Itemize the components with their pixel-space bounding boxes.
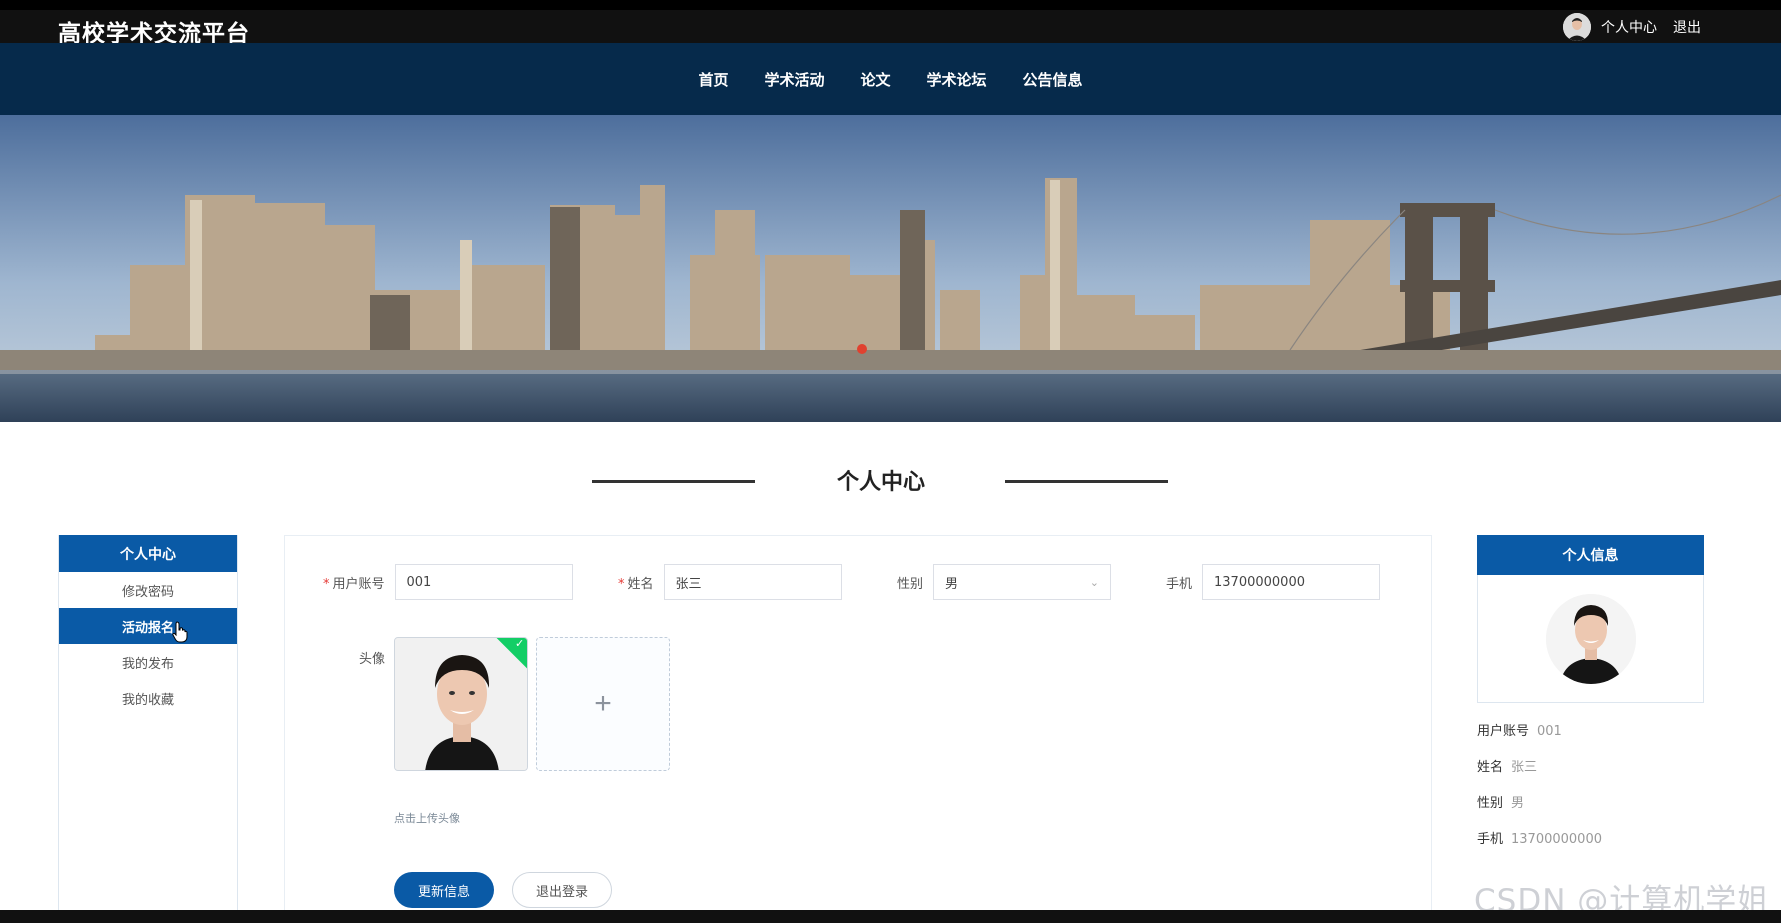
- phone-input[interactable]: 13700000000: [1202, 564, 1381, 600]
- name-label: * 姓名: [618, 576, 654, 592]
- profile-avatar: [1545, 593, 1636, 684]
- info-row-name: 姓名 张三: [1477, 760, 1538, 775]
- avatar-preview[interactable]: ✓: [394, 637, 528, 771]
- info-row-gender: 性别男: [1477, 796, 1525, 811]
- sidebar-item-change-password[interactable]: 修改密码: [59, 572, 237, 608]
- account-label: * 用户账号: [323, 576, 385, 592]
- city-banner-image: [0, 115, 1781, 422]
- profile-form: * 用户账号 001 * 姓名 张三 性别 男 ⌄ 手机 13700000000 头…: [284, 535, 1432, 915]
- nav-item-papers[interactable]: 论文: [842, 69, 908, 90]
- upload-add-button[interactable]: +: [536, 637, 670, 771]
- profile-card: 个人信息 用户账号 001 姓名 张三 性别男 手机 13700000000: [1477, 535, 1704, 847]
- bottom-strip: [0, 910, 1781, 923]
- section-heading: 个人中心: [0, 458, 1781, 498]
- avatar-photo-image: [395, 638, 527, 770]
- sidebar-head[interactable]: 个人中心: [59, 535, 237, 572]
- nav-item-announcements[interactable]: 公告信息: [1005, 69, 1101, 90]
- main-nav: 首页 学术活动 论文 学术论坛 公告信息: [0, 43, 1781, 115]
- check-icon: ✓: [515, 637, 525, 650]
- top-user-area: 个人中心 退出: [1563, 13, 1701, 41]
- title-divider-right: [1005, 480, 1168, 483]
- update-info-button[interactable]: 更新信息: [394, 872, 494, 908]
- info-row-phone: 手机 13700000000: [1477, 832, 1602, 847]
- form-fields-row: * 用户账号 001 * 姓名 张三 性别 男 ⌄ 手机 13700000000: [285, 564, 1431, 600]
- phone-label: 手机: [1166, 576, 1193, 592]
- user-avatar-icon[interactable]: [1563, 13, 1591, 41]
- top-bar: 高校学术交流平台 个人中心 退出: [0, 0, 1781, 47]
- sidebar-menu: 个人中心 修改密码 活动报名 我的发布 我的收藏: [58, 535, 238, 915]
- sidebar-item-my-favorites[interactable]: 我的收藏: [59, 680, 237, 716]
- gender-label: 性别: [897, 576, 924, 592]
- upload-tip: 点击上传头像: [394, 812, 460, 825]
- nav-item-home[interactable]: 首页: [680, 69, 746, 90]
- account-input[interactable]: 001: [394, 564, 573, 600]
- account-field: * 用户账号 001: [323, 564, 573, 600]
- avatar-label: 头像: [359, 652, 386, 667]
- profile-photo-box: [1477, 575, 1704, 703]
- page-title: 个人中心: [836, 470, 925, 495]
- user-center-link[interactable]: 个人中心: [1601, 17, 1657, 37]
- name-input[interactable]: 张三: [663, 564, 842, 600]
- profile-card-head: 个人信息: [1477, 535, 1704, 575]
- info-row-account: 用户账号 001: [1477, 724, 1562, 739]
- gender-field: 性别 男 ⌄: [897, 564, 1112, 600]
- gender-select[interactable]: 男 ⌄: [933, 564, 1112, 600]
- phone-field: 手机 13700000000: [1166, 564, 1381, 600]
- nav-item-forum[interactable]: 学术论坛: [909, 69, 1005, 90]
- nav-item-activities[interactable]: 学术活动: [746, 69, 842, 90]
- logout-button[interactable]: 退出登录: [512, 872, 612, 908]
- chevron-down-icon: ⌄: [1089, 575, 1100, 589]
- hand-cursor-icon: [172, 621, 188, 643]
- logout-link[interactable]: 退出: [1673, 17, 1701, 37]
- name-field: * 姓名 张三: [618, 564, 842, 600]
- sidebar-item-activity-signup[interactable]: 活动报名: [59, 608, 237, 644]
- sidebar-item-my-posts[interactable]: 我的发布: [59, 644, 237, 680]
